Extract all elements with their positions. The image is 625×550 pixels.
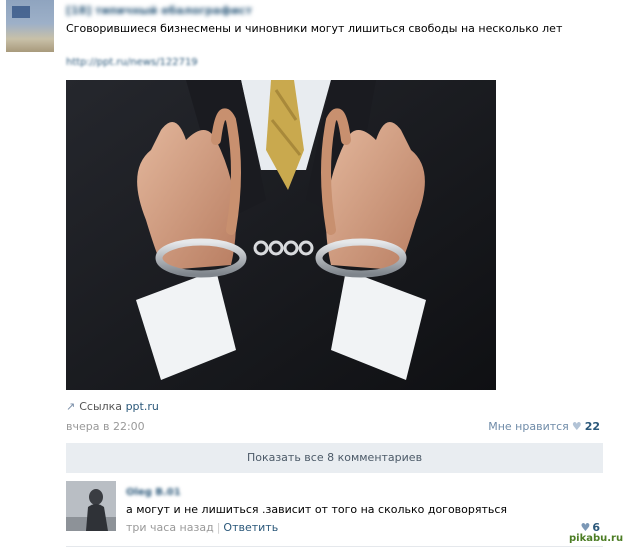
attached-link[interactable]: ↗ Ссылка ppt.ru [66, 400, 159, 413]
meta-separator: | [216, 521, 221, 534]
divider [66, 546, 603, 547]
comment-author[interactable]: Oleg B.01 [126, 487, 181, 498]
comment-text: а могут и не лишиться .зависит от того н… [126, 503, 508, 516]
post-photo[interactable] [66, 80, 496, 390]
post-url[interactable]: http://ppt.ru/news/122719 [66, 57, 198, 68]
link-icon: ↗ [66, 400, 76, 413]
group-avatar-mark [12, 6, 30, 18]
like-label: Мне нравится [488, 420, 569, 433]
link-domain[interactable]: ppt.ru [126, 400, 159, 413]
group-avatar[interactable] [6, 0, 54, 52]
comment-avatar[interactable] [66, 481, 116, 531]
show-all-comments-button[interactable]: Показать все 8 комментариев [66, 443, 603, 473]
post-time[interactable]: вчера в 22:00 [66, 420, 145, 433]
link-label: Ссылка [79, 400, 123, 413]
post-like-button[interactable]: Мне нравится ♥ 22 [488, 420, 600, 433]
post-text: Сговорившиеся бизнесмены и чиновники мог… [66, 22, 563, 35]
like-count: 22 [584, 420, 600, 433]
comment-time[interactable]: три часа назад [126, 521, 214, 534]
heart-icon: ♥ [571, 420, 582, 433]
comment-meta: три часа назад | Ответить [126, 521, 278, 534]
group-name[interactable]: [18] типичный ебалографист [66, 4, 252, 17]
hooded-figure-image [66, 481, 116, 531]
handcuffed-hands-image [66, 80, 496, 390]
pikabu-watermark: pikabu.ru [569, 531, 624, 546]
reply-button[interactable]: Ответить [223, 521, 278, 534]
